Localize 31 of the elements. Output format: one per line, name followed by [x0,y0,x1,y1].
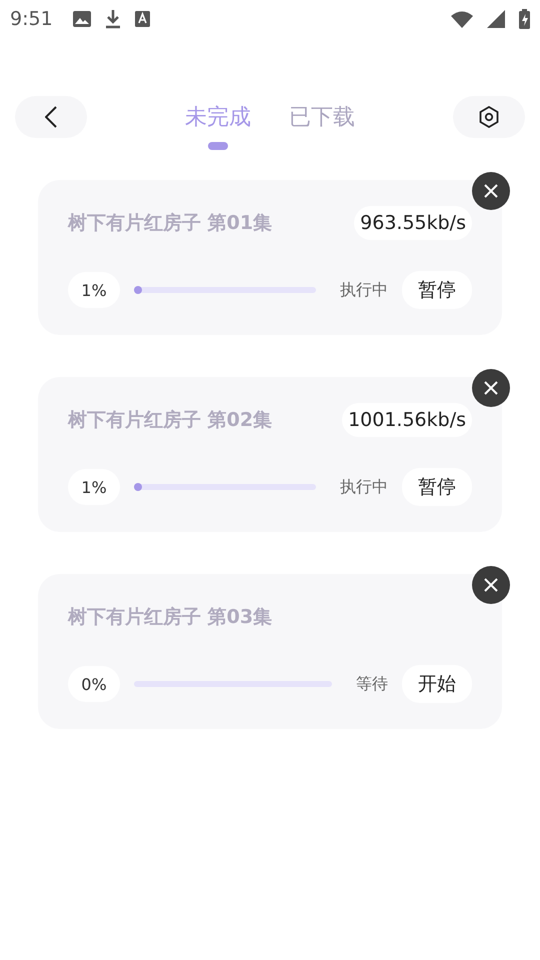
download-speed: 963.55kb/s [354,206,472,240]
episode-title: 树下有片红房子 第03集 [68,605,274,630]
close-button[interactable] [472,369,510,407]
download-status: 执行中 [340,280,388,300]
wifi-icon [451,10,473,28]
action-button[interactable]: 开始 [402,665,472,703]
signal-icon [487,10,505,28]
close-icon [484,184,498,198]
font-icon [134,11,150,27]
episode-title: 树下有片红房子 第01集 [68,211,274,236]
settings-button[interactable] [453,96,525,138]
action-button[interactable]: 暂停 [402,468,472,506]
progress-percent: 1% [68,272,120,308]
progress-percent: 0% [68,666,120,702]
close-icon [484,578,498,592]
progress-percent: 1% [68,469,120,505]
close-button[interactable] [472,566,510,604]
download-speed: 1001.56kb/s [342,403,472,437]
image-icon [72,11,91,27]
download-status: 执行中 [340,476,388,498]
episode-title: 树下有片红房子 第02集 [68,408,274,433]
action-button[interactable]: 暂停 [402,271,472,309]
chevron-left-icon [45,106,57,128]
settings-icon [479,106,499,128]
tab-indicator [208,142,228,150]
close-icon [484,381,498,395]
status-time: 9:51 [10,8,53,30]
download-icon [104,9,121,29]
battery-icon [519,9,530,29]
download-status: 等待 [356,674,388,694]
close-button[interactable] [472,172,510,210]
